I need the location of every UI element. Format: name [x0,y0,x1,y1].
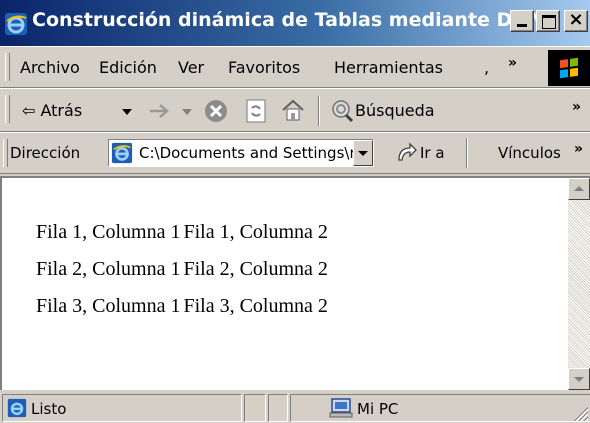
address-separator [466,138,468,168]
address-dropdown-button[interactable] [353,140,373,166]
menu-bar: Archivo Edición Ver Favoritos Herramient… [0,46,590,88]
window-title: Construcción dinámica de Tablas mediante… [32,9,570,31]
menubar-grip[interactable] [5,53,10,81]
search-button[interactable]: Búsqueda [355,101,435,120]
internet-explorer-icon [5,13,27,35]
addressbar-grip[interactable] [3,139,8,167]
links-button[interactable]: Vínculos [498,144,561,162]
windows-logo [548,50,590,86]
search-icon[interactable] [330,99,354,123]
scroll-up-button[interactable] [568,178,590,200]
status-panel: Listo [2,394,242,422]
table-cell: Fila 1, Columna 2 [183,221,328,243]
table-row: Fila 3, Columna 1 Fila 3, Columna 2 [36,288,331,325]
menu-edicion[interactable]: Edición [99,58,157,77]
status-ie-icon [7,398,27,418]
go-button[interactable]: Ir a [420,144,445,162]
stop-icon[interactable] [204,99,228,123]
browser-window: Construcción dinámica de Tablas mediante… [0,0,590,423]
forward-dropdown-icon[interactable] [182,108,192,116]
maximize-icon [542,15,556,29]
address-value: C:\Documents and Settings\r [139,144,356,162]
back-dropdown-icon[interactable] [122,108,132,116]
generated-table: Fila 1, Columna 1 Fila 1, Columna 2 Fila… [36,214,331,325]
table-cell: Fila 3, Columna 2 [183,295,328,317]
links-overflow-chevron[interactable]: » [574,141,583,157]
scroll-down-button[interactable] [568,368,590,390]
scroll-down-icon [574,377,584,382]
home-icon[interactable] [280,98,306,122]
menu-truncated-item[interactable]: , [484,58,489,77]
menu-favoritos[interactable]: Favoritos [228,58,300,77]
page-content: Fila 1, Columna 1 Fila 1, Columna 2 Fila… [36,214,331,325]
windows-flag-icon [560,57,578,79]
status-bar: Listo Mi PC [0,392,590,423]
resize-grip[interactable] [572,405,588,421]
refresh-icon[interactable] [244,99,268,123]
scroll-up-icon [574,186,584,191]
maximize-button[interactable] [536,10,560,32]
address-bar: Dirección C:\Documents and Settings\r Ir… [0,132,590,174]
status-lock-panel [268,394,288,422]
title-bar[interactable]: Construcción dinámica de Tablas mediante… [0,0,590,46]
vertical-scrollbar[interactable] [568,178,590,390]
menu-ver[interactable]: Ver [178,58,204,77]
close-button[interactable]: × [564,9,588,32]
minimize-button[interactable] [510,10,534,32]
table-row: Fila 1, Columna 1 Fila 1, Columna 2 [36,214,331,251]
table-cell: Fila 2, Columna 2 [183,258,328,280]
status-text: Listo [31,400,67,418]
address-input[interactable]: C:\Documents and Settings\r [108,139,374,167]
table-row: Fila 2, Columna 1 Fila 2, Columna 2 [36,251,331,288]
page-viewport[interactable]: Fila 1, Columna 1 Fila 1, Columna 2 Fila… [0,176,590,390]
forward-arrow-icon[interactable] [148,102,172,120]
table-cell: Fila 1, Columna 1 [36,221,181,243]
menu-archivo[interactable]: Archivo [20,58,80,77]
zone-text: Mi PC [357,400,399,418]
table-cell: Fila 2, Columna 1 [36,258,181,280]
status-progress-panel [244,394,266,422]
table-cell: Fila 3, Columna 1 [36,295,181,317]
standard-toolbar: ⇦ Atrás Búsqueda » [0,88,590,132]
status-zone-panel: Mi PC [290,394,590,422]
address-label: Dirección [10,144,81,162]
toolbar-separator [318,96,320,126]
menu-herramientas[interactable]: Herramientas [334,58,443,77]
my-computer-icon [329,398,353,418]
menu-overflow-chevron[interactable]: » [508,55,517,71]
minimize-icon [517,24,527,27]
toolbar-overflow-chevron[interactable]: » [572,99,581,115]
toolbar-grip[interactable] [5,95,10,123]
back-button[interactable]: ⇦ Atrás [22,101,82,120]
go-arrow-icon[interactable] [396,142,418,164]
page-ie-icon [111,142,133,164]
close-icon: × [568,9,584,30]
